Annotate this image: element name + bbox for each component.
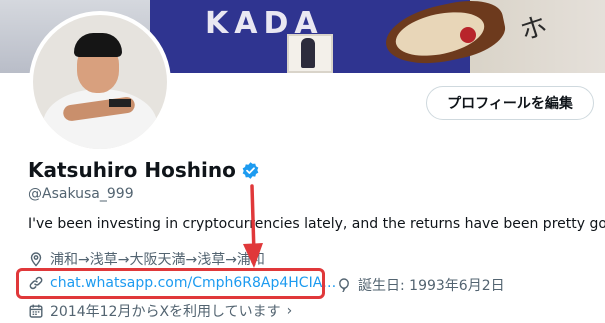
annotation-arrow-icon [243, 184, 263, 268]
annotation-highlight-box [16, 268, 325, 299]
chevron-right-icon: › [286, 303, 293, 319]
profile-joined[interactable]: 2014年12月からXを利用しています › [28, 301, 292, 321]
avatar-hair [74, 33, 122, 57]
calendar-icon [29, 304, 43, 318]
avatar-photo [33, 15, 167, 149]
avatar[interactable] [29, 11, 171, 153]
profile-handle: @Asakusa_999 [28, 186, 134, 202]
banner-signature: ホ [516, 10, 551, 48]
profile-birthday: 誕生日: 1993年6月2日 [336, 275, 505, 295]
balloon-icon [339, 278, 349, 293]
location-pin-icon [30, 252, 42, 267]
verified-badge-icon[interactable] [241, 161, 260, 180]
profile-bio: I've been investing in cryptocurrencies … [28, 216, 605, 232]
avatar-shirt [43, 89, 157, 149]
avatar-shirt-logo [109, 99, 131, 107]
location-text: 浦和→浅草→大阪天満→浅草→浦和 [50, 252, 265, 268]
profile-name: Katsuhiro Hoshino [28, 158, 236, 182]
banner-photo-person [301, 38, 315, 68]
profile-location: 浦和→浅草→大阪天満→浅草→浦和 [28, 249, 265, 269]
joined-text: 2014年12月からXを利用しています [50, 304, 281, 320]
birthday-text: 誕生日: 1993年6月2日 [358, 278, 505, 294]
edit-profile-button[interactable]: プロフィールを編集 [426, 86, 594, 120]
banner-guitar-knob [460, 27, 476, 43]
profile-name-row: Katsuhiro Hoshino [28, 158, 260, 182]
